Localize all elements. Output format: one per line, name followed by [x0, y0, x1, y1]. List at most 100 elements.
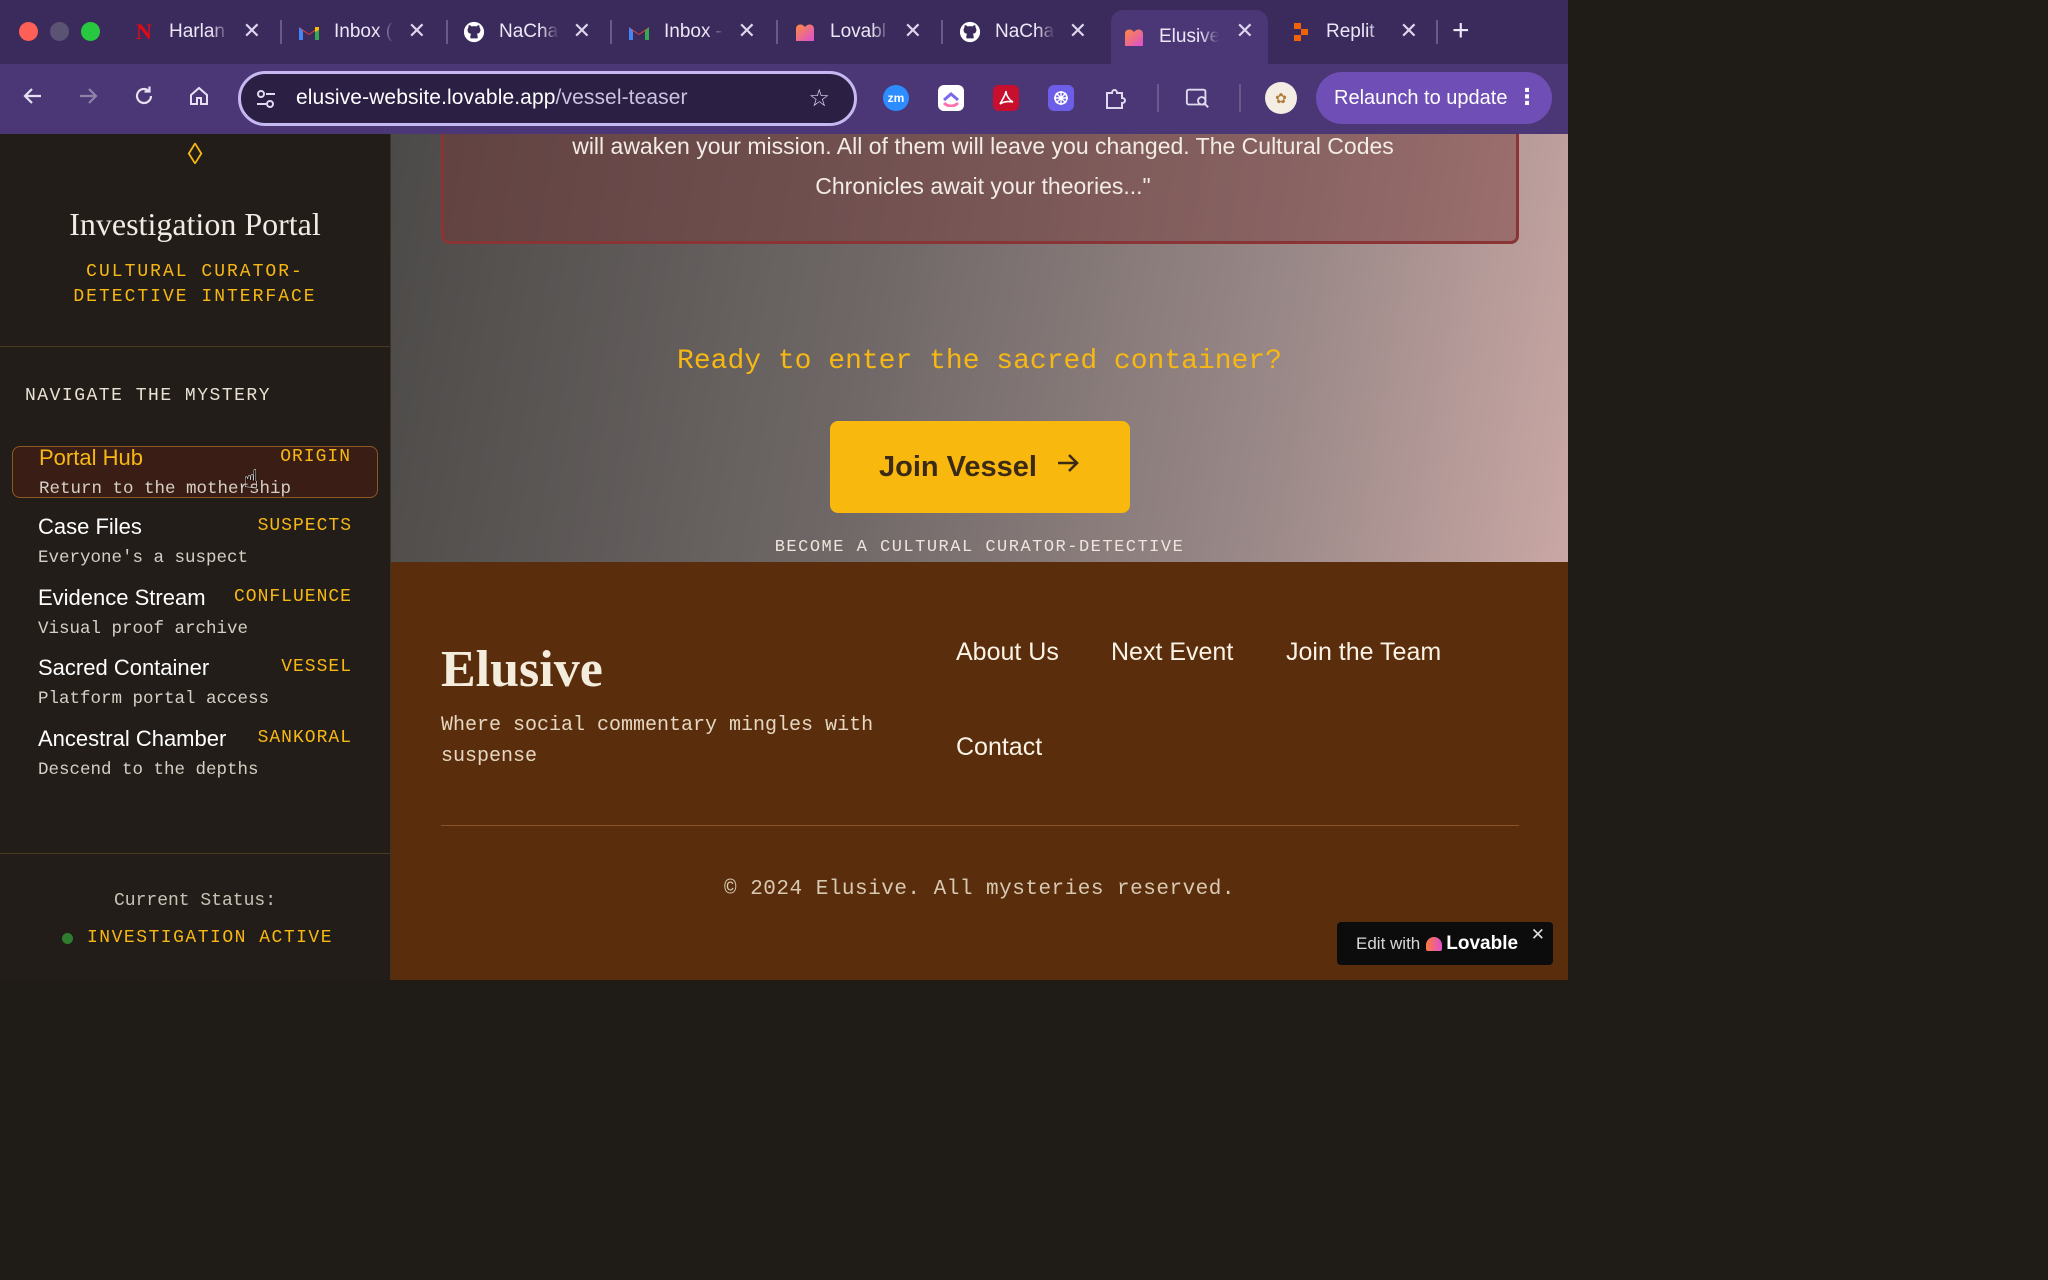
- bookmark-star-icon[interactable]: ☆: [808, 84, 830, 113]
- close-tab-icon[interactable]: ✕: [408, 20, 426, 42]
- close-tab-icon[interactable]: ✕: [904, 20, 922, 42]
- relaunch-to-update-button[interactable]: Relaunch to update ⋮: [1316, 72, 1552, 124]
- footer-tagline: Where social commentary mingles with sus…: [441, 714, 874, 768]
- acrobat-extension-icon[interactable]: [993, 85, 1019, 111]
- divider: [0, 346, 390, 347]
- close-tab-icon[interactable]: ✕: [243, 20, 261, 42]
- browser-tab[interactable]: NaCha ✕: [959, 12, 1093, 52]
- footer-link-about-us[interactable]: About Us: [956, 638, 1059, 667]
- tab-title: Elusive: [1159, 26, 1219, 47]
- site-footer: Elusive Where social commentary mingles …: [391, 562, 1568, 980]
- copyright: © 2024 Elusive. All mysteries reserved.: [724, 878, 1235, 901]
- nav-item-desc: Descend to the depths: [38, 760, 259, 780]
- github-icon: [463, 21, 485, 43]
- footer-link-next-event[interactable]: Next Event: [1111, 638, 1233, 667]
- close-window-button[interactable]: [19, 22, 38, 41]
- sidebar: ◊ Investigation Portal CULTURAL CURATOR-…: [0, 134, 391, 980]
- lovable-icon: [1123, 26, 1145, 48]
- divider: [0, 853, 390, 854]
- site-settings-icon[interactable]: [255, 88, 279, 112]
- github-icon: [959, 21, 981, 43]
- url-path: /vessel-teaser: [555, 86, 688, 109]
- browser-tab[interactable]: Inbox ( ✕: [298, 12, 432, 52]
- lovable-heart-icon: [1426, 936, 1443, 951]
- browser-tab[interactable]: NaCha ✕: [463, 12, 597, 52]
- maximize-window-button[interactable]: [81, 22, 100, 41]
- new-tab-icon[interactable]: +: [1452, 14, 1470, 48]
- tab-title: NaCha: [499, 21, 559, 42]
- quote-text: will awaken your mission. All of them wi…: [572, 134, 1394, 159]
- nav-item-sacred-container[interactable]: Sacred Container VESSEL Platform portal …: [12, 655, 378, 709]
- close-tab-icon[interactable]: ✕: [1236, 20, 1254, 42]
- status-value: INVESTIGATION ACTIVE: [87, 928, 334, 948]
- nav-heading: NAVIGATE THE MYSTERY: [25, 386, 272, 406]
- footer-link-contact[interactable]: Contact: [956, 733, 1042, 762]
- status-badge: INVESTIGATION ACTIVE: [62, 928, 333, 948]
- profile-avatar[interactable]: ✿: [1265, 82, 1297, 114]
- diamond-icon: ◊: [187, 138, 203, 171]
- nav-item-name: Case Files: [38, 514, 142, 539]
- url-host: elusive-website.lovable.app: [296, 86, 556, 109]
- zoom-extension-icon[interactable]: zm: [883, 85, 909, 111]
- replit-icon: [1290, 21, 1312, 43]
- nav-item-tag: SUSPECTS: [257, 516, 352, 536]
- browser-tab-bar: N Harlan ✕ Inbox ( ✕ NaCha ✕ Inbox - ✕ L…: [0, 0, 1568, 64]
- join-vessel-button[interactable]: Join Vessel: [830, 421, 1130, 513]
- nav-item-name: Ancestral Chamber: [38, 726, 227, 751]
- gmail-icon: [298, 21, 320, 43]
- gmail-icon: [628, 21, 650, 43]
- hero-section: will awaken your mission. All of them wi…: [391, 134, 1568, 562]
- quote-text: Chronicles await your theories...": [815, 173, 1151, 199]
- forward-arrow-icon[interactable]: [73, 84, 103, 114]
- nav-item-tag: SANKORAL: [257, 728, 352, 748]
- nav-item-tag: VESSEL: [281, 657, 352, 677]
- sidebar-subtitle: CULTURAL CURATOR- DETECTIVE INTERFACE: [40, 260, 350, 310]
- nav-item-tag: ORIGIN: [280, 447, 351, 467]
- edit-with-lovable-badge[interactable]: Edit with Lovable ✕: [1337, 922, 1553, 965]
- perplexity-extension-icon[interactable]: [1048, 85, 1074, 111]
- nav-item-ancestral-chamber[interactable]: Ancestral Chamber SANKORAL Descend to th…: [12, 726, 378, 780]
- browser-tab[interactable]: N Harlan ✕: [133, 12, 267, 52]
- back-arrow-icon[interactable]: [18, 84, 48, 114]
- nav-item-name: Sacred Container: [38, 655, 210, 680]
- tab-title: Inbox (: [334, 21, 393, 42]
- more-menu-icon[interactable]: ⋮: [1516, 84, 1538, 110]
- close-badge-icon[interactable]: ✕: [1531, 925, 1545, 945]
- netflix-icon: N: [136, 19, 152, 44]
- tab-search-icon[interactable]: [1185, 85, 1211, 111]
- nav-item-evidence-stream[interactable]: Evidence Stream CONFLUENCE Visual proof …: [12, 585, 378, 639]
- browser-tab[interactable]: Inbox - ✕: [628, 12, 762, 52]
- close-tab-icon[interactable]: ✕: [1400, 20, 1418, 42]
- close-tab-icon[interactable]: ✕: [1069, 20, 1087, 42]
- url-text: elusive-website.lovable.app/vessel-tease…: [296, 86, 688, 110]
- join-vessel-label: Join Vessel: [879, 450, 1037, 483]
- nav-item-portal-hub[interactable]: Portal Hub ORIGIN Return to the mothersh…: [12, 445, 378, 499]
- cta-question: Ready to enter the sacred container?: [677, 346, 1282, 377]
- footer-link-join-the-team[interactable]: Join the Team: [1286, 638, 1441, 667]
- sidebar-subtitle-line: DETECTIVE INTERFACE: [73, 287, 317, 307]
- nav-item-case-files[interactable]: Case Files SUSPECTS Everyone's a suspect: [12, 514, 378, 568]
- sidebar-title: Investigation Portal: [69, 206, 321, 242]
- browser-tab[interactable]: Lovabl ✕: [794, 12, 928, 52]
- close-tab-icon[interactable]: ✕: [738, 20, 756, 42]
- extensions-puzzle-icon[interactable]: [1103, 85, 1129, 111]
- browser-tab[interactable]: Replit ✕: [1290, 12, 1424, 52]
- footer-brand[interactable]: Elusive: [441, 640, 603, 699]
- badge-brand: Lovable: [1446, 932, 1519, 954]
- nav-item-tag: CONFLUENCE: [233, 587, 352, 607]
- badge-prefix: Edit with: [1356, 933, 1421, 953]
- tab-title: Lovabl: [830, 21, 886, 42]
- reload-icon[interactable]: [129, 84, 159, 114]
- browser-tab-active[interactable]: Elusive ✕: [1111, 10, 1268, 64]
- tab-title: NaCha: [995, 21, 1055, 42]
- close-tab-icon[interactable]: ✕: [573, 20, 591, 42]
- arrow-right-icon: [1055, 450, 1081, 484]
- address-bar[interactable]: elusive-website.lovable.app/vessel-tease…: [238, 71, 857, 126]
- home-icon[interactable]: [184, 84, 214, 114]
- quote-card: will awaken your mission. All of them wi…: [441, 134, 1519, 244]
- clickup-extension-icon[interactable]: [938, 85, 964, 111]
- divider: [441, 825, 1519, 826]
- status-label: Current Status:: [113, 891, 277, 911]
- nav-item-desc: Platform portal access: [38, 689, 270, 709]
- minimize-window-button[interactable]: [50, 22, 69, 41]
